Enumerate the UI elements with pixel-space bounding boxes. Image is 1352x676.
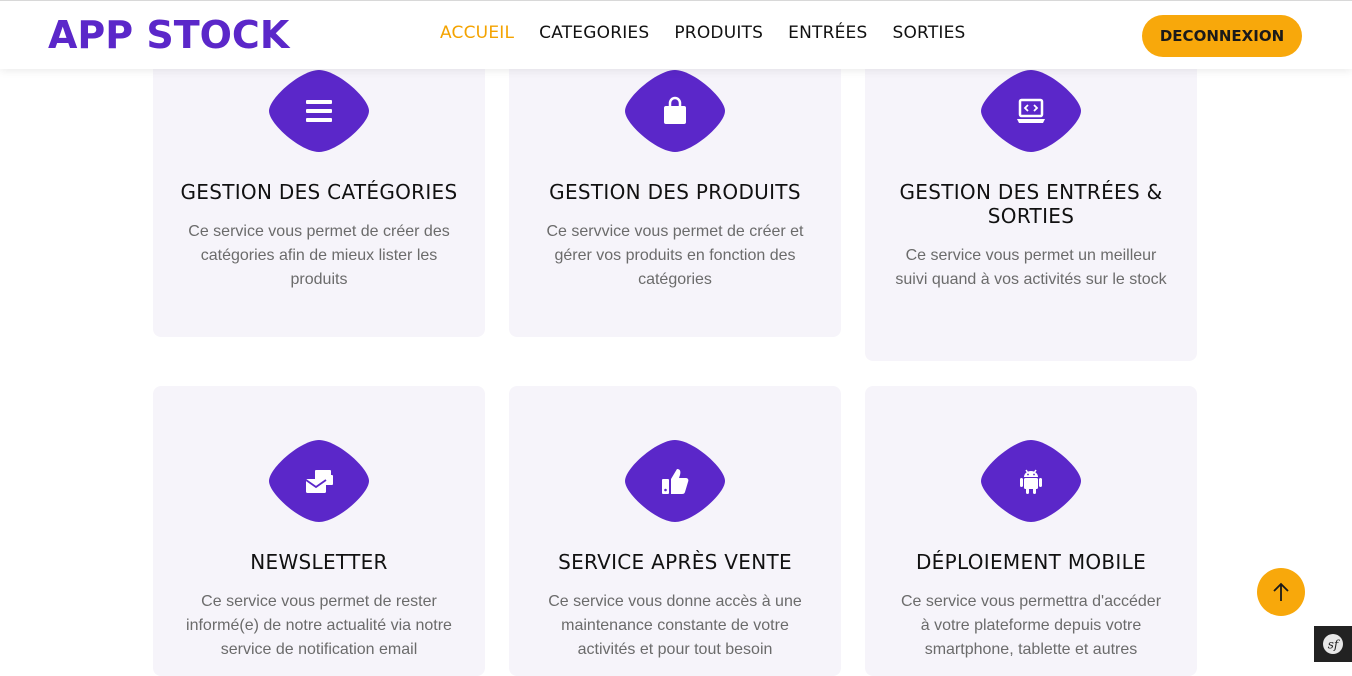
service-title: NEWSLETTER: [250, 550, 388, 574]
service-description: Ce service vous permet un meilleur suivi…: [895, 247, 1167, 288]
service-card-categories: GESTION DES CATÉGORIES Ce service vous p…: [153, 58, 485, 337]
logout-button[interactable]: DECONNEXION: [1142, 15, 1302, 57]
brand-logo[interactable]: APP STOCK: [48, 13, 289, 57]
service-card-mobile: DÉPLOIEMENT MOBILE Ce service vous perme…: [865, 386, 1197, 676]
service-card-newsletter: NEWSLETTER Ce service vous permet de res…: [153, 386, 485, 676]
service-title: GESTION DES PRODUITS: [549, 180, 801, 204]
nav-categories[interactable]: CATEGORIES: [539, 23, 649, 43]
symfony-debug-badge[interactable]: sf: [1314, 626, 1352, 662]
nav-produits[interactable]: PRODUITS: [674, 23, 763, 43]
nav-accueil[interactable]: ACCUEIL: [440, 23, 514, 43]
service-title: DÉPLOIEMENT MOBILE: [915, 550, 1147, 574]
service-title: SERVICE APRÈS VENTE: [558, 550, 792, 574]
service-description: Ce service vous permet de créer des caté…: [188, 223, 450, 288]
service-card-sav: SERVICE APRÈS VENTE Ce service vous donn…: [509, 386, 841, 676]
service-title: GESTION DES ENTRÉES & SORTIES: [899, 180, 1163, 228]
list-icon: [269, 70, 369, 152]
navbar: APP STOCK ACCUEIL CATEGORIES PRODUITS EN…: [0, 0, 1352, 69]
back-to-top-button[interactable]: [1257, 568, 1305, 616]
arrow-up-icon: [1273, 582, 1289, 601]
laptop-code-icon: [981, 70, 1081, 152]
nav-entrees[interactable]: ENTRÉES: [788, 23, 867, 43]
envelope-icon: [269, 440, 369, 522]
shopping-bag-icon: [625, 70, 725, 152]
service-description: Ce servvice vous permet de créer et gére…: [546, 223, 804, 288]
nav-sorties[interactable]: SORTIES: [892, 23, 965, 43]
service-card-produits: GESTION DES PRODUITS Ce servvice vous pe…: [509, 58, 841, 337]
service-description: Ce service vous donne accès à une mainte…: [548, 593, 802, 658]
service-description: Ce service vous permettra d'accéder à vo…: [900, 593, 1162, 658]
android-icon: [981, 440, 1081, 522]
symfony-icon: sf: [1323, 634, 1343, 654]
main-nav: ACCUEIL CATEGORIES PRODUITS ENTRÉES SORT…: [440, 23, 966, 43]
service-card-entrees-sorties: GESTION DES ENTRÉES & SORTIES Ce service…: [865, 58, 1197, 361]
thumbs-up-icon: [625, 440, 725, 522]
service-description: Ce service vous permet de rester informé…: [186, 593, 452, 658]
service-title: GESTION DES CATÉGORIES: [180, 180, 458, 204]
